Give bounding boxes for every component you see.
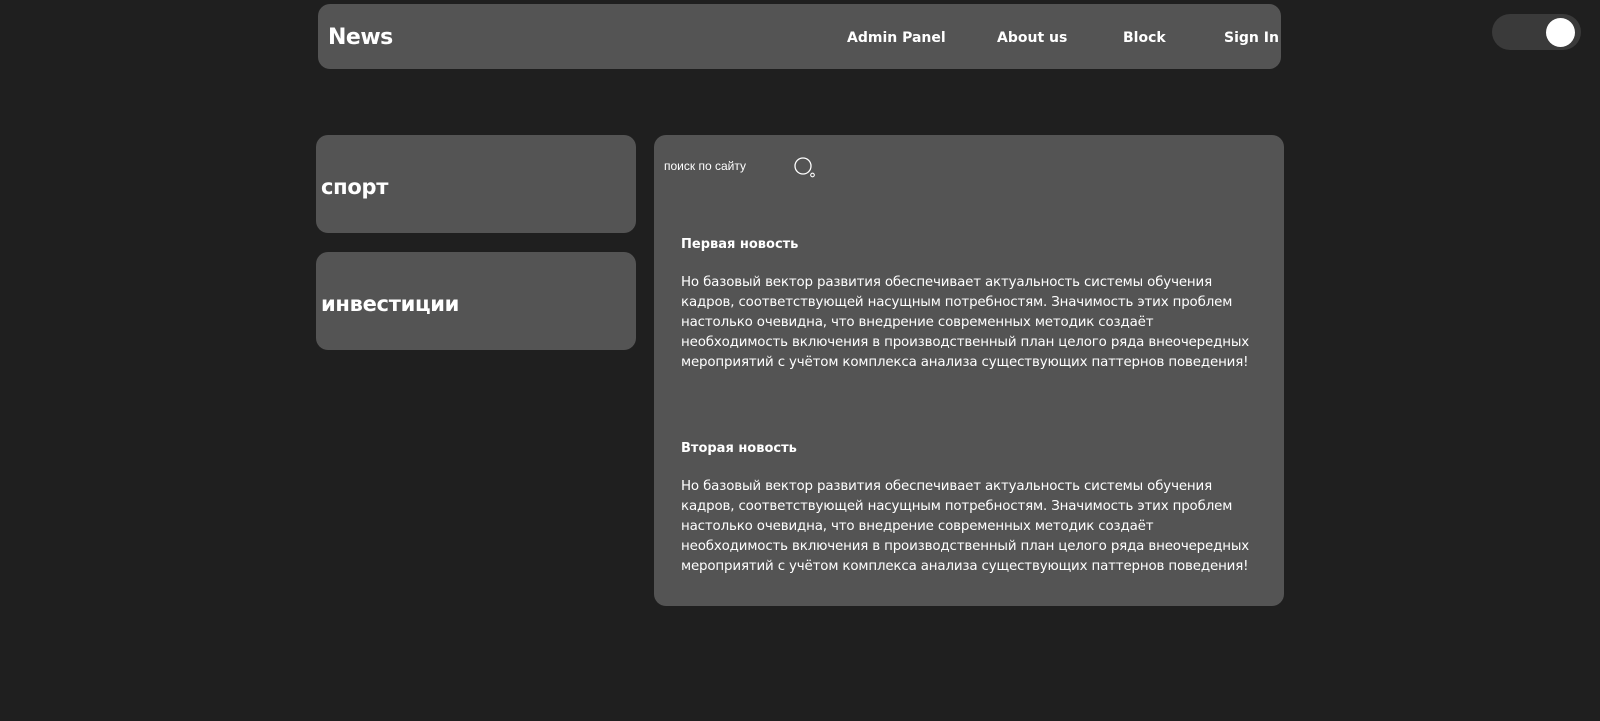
news-title[interactable]: Вторая новость: [681, 441, 1251, 457]
nav-sign-in[interactable]: Sign In: [1224, 4, 1279, 69]
news-text: Но базовый вектор развития обеспечивает …: [681, 479, 1250, 574]
search-icon[interactable]: [793, 156, 819, 180]
theme-toggle[interactable]: [1492, 14, 1581, 50]
news-panel: Первая новость Но базовый вектор развити…: [654, 135, 1284, 606]
news-title[interactable]: Первая новость: [681, 237, 1251, 253]
news-item: Вторая новость Но базовый вектор развити…: [681, 441, 1251, 577]
category-label: инвестиции: [321, 292, 460, 316]
site-logo[interactable]: News: [328, 4, 393, 69]
news-text: Но базовый вектор развития обеспечивает …: [681, 275, 1250, 370]
nav-admin-panel[interactable]: Admin Panel: [847, 4, 946, 69]
category-label: спорт: [321, 175, 389, 199]
nav-block[interactable]: Block: [1123, 4, 1166, 69]
toggle-knob: [1546, 18, 1575, 47]
category-investments[interactable]: инвестиции: [316, 252, 636, 350]
news-item: Первая новость Но базовый вектор развити…: [681, 237, 1251, 373]
nav-about-us[interactable]: About us: [997, 4, 1067, 69]
site-header: News Admin Panel About us Block Sign In: [318, 4, 1281, 69]
search-input[interactable]: [664, 155, 794, 177]
category-sport[interactable]: спорт: [316, 135, 636, 233]
